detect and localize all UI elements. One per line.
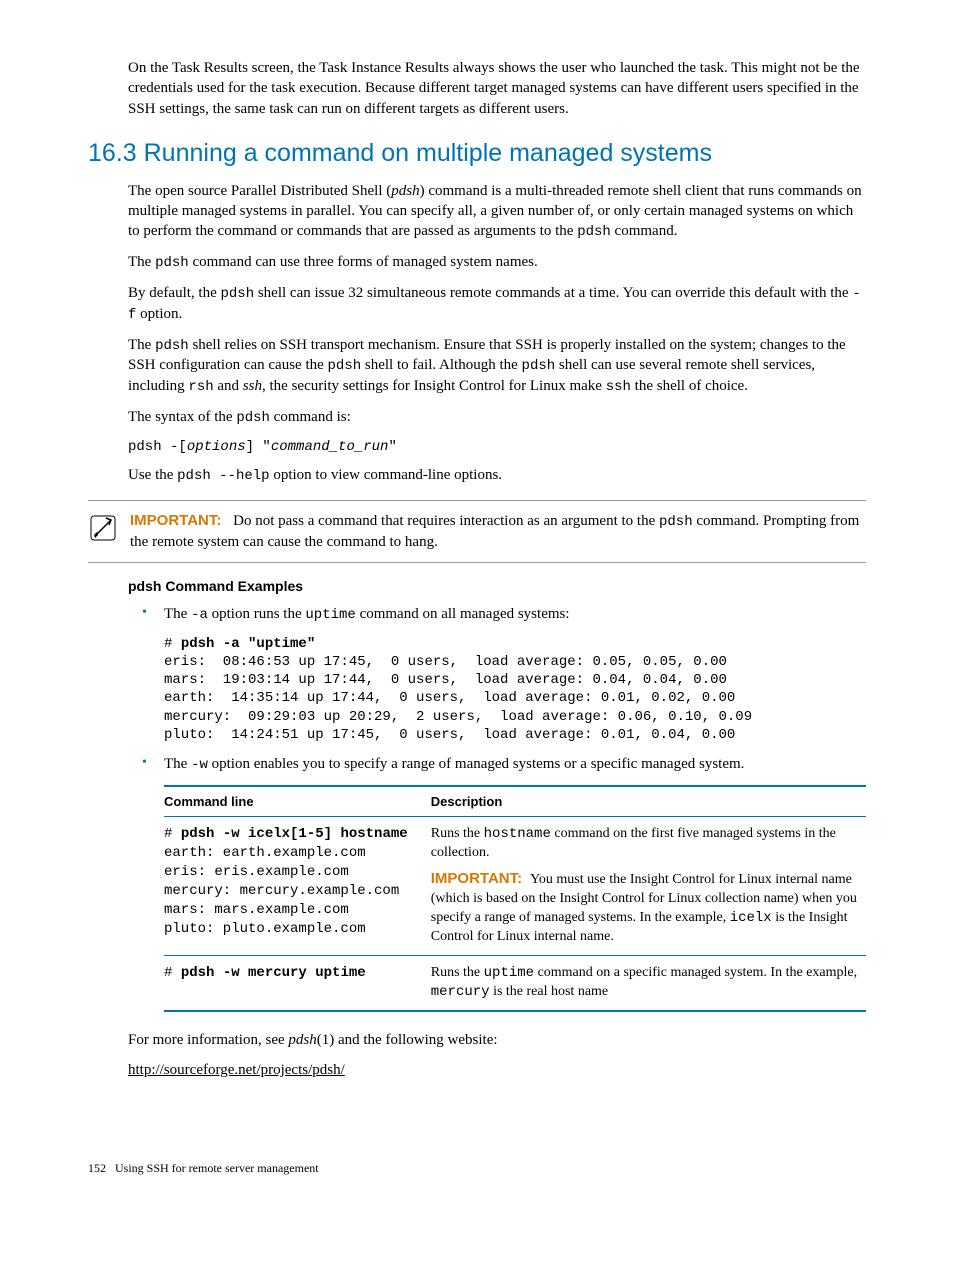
table-row: # pdsh -w icelx[1-5] hostname earth: ear… [164,817,866,955]
col-command-line: Command line [164,786,431,817]
code-example-1: # pdsh -a "uptime" eris: 08:46:53 up 17:… [164,635,866,744]
footer-title: Using SSH for remote server management [115,1161,319,1175]
important-label-inline: IMPORTANT: [431,870,522,887]
row2-desc: Runs the uptime command on a specific ma… [431,955,866,1010]
intro-paragraph: On the Task Results screen, the Task Ins… [128,58,866,119]
syntax-line: pdsh -[options] "command_to_run" [128,438,866,457]
row1-important: IMPORTANT:You must use the Insight Contr… [431,869,858,947]
para-1: The open source Parallel Distributed She… [128,181,866,242]
important-text: IMPORTANT: Do not pass a command that re… [130,511,866,552]
table-row: # pdsh -w mercury uptime Runs the uptime… [164,955,866,1010]
col-description: Description [431,786,866,817]
row1-desc: Runs the hostname command on the first f… [431,817,866,955]
page-number: 152 [88,1161,106,1175]
important-label: IMPORTANT: [130,512,221,529]
para-6: Use the pdsh --help option to view comma… [128,465,866,486]
closing-para: For more information, see pdsh(1) and th… [128,1030,866,1050]
para-4: The pdsh shell relies on SSH transport m… [128,335,866,398]
bullet-1: The -a option runs the uptime command on… [128,604,866,625]
section-heading: 16.3 Running a command on multiple manag… [88,137,866,171]
section-title: Running a command on multiple managed sy… [144,139,712,167]
para-3: By default, the pdsh shell can issue 32 … [128,283,866,325]
pdsh-project-link[interactable]: http://sourceforge.net/projects/pdsh/ [128,1062,345,1078]
important-icon [88,513,118,549]
section-number: 16.3 [88,139,137,167]
link-line: http://sourceforge.net/projects/pdsh/ [128,1060,866,1080]
examples-heading: pdsh Command Examples [128,577,866,596]
bullet-2: The -w option enables you to specify a r… [128,754,866,775]
row1-cmd: # pdsh -w icelx[1-5] hostname earth: ear… [164,817,431,955]
important-callout: IMPORTANT: Do not pass a command that re… [88,500,866,563]
para-5: The syntax of the pdsh command is: [128,407,866,428]
para-2: The pdsh command can use three forms of … [128,252,866,273]
row2-cmd: # pdsh -w mercury uptime [164,955,431,1010]
command-table: Command line Description # pdsh -w icelx… [164,785,866,1012]
page-footer: 152 Using SSH for remote server manageme… [88,1160,866,1176]
